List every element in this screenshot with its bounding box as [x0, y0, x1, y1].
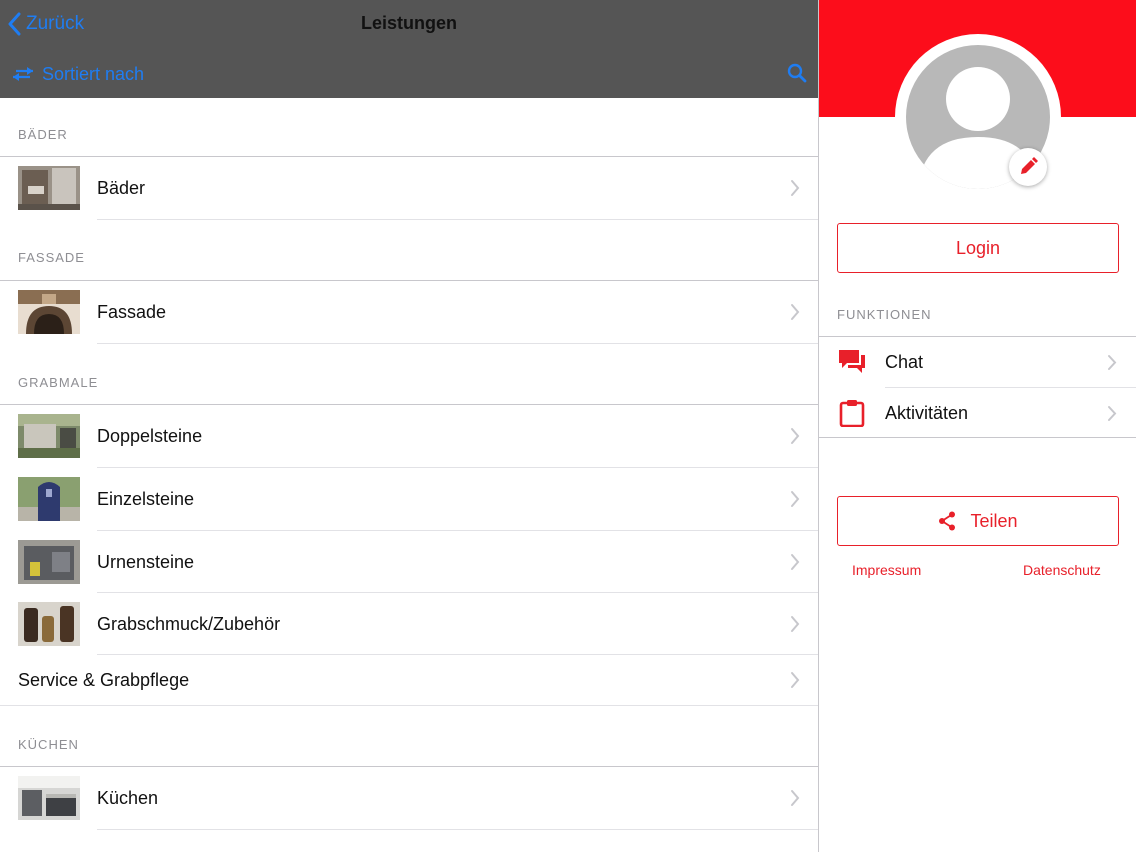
navigation-bar: Zurück Leistungen Sortiert nach: [0, 0, 818, 98]
clipboard-icon: [839, 400, 865, 427]
list-item-kuechen[interactable]: Küchen: [0, 767, 818, 829]
datenschutz-link[interactable]: Datenschutz: [1023, 562, 1101, 578]
divider: [97, 219, 818, 220]
pencil-icon: [1021, 157, 1038, 174]
function-item-label: Chat: [885, 352, 924, 372]
chevron-right-icon: [791, 790, 800, 806]
share-button-label: Teilen: [970, 510, 1018, 531]
divider: [97, 829, 818, 830]
urnensteine-thumbnail: [18, 540, 80, 584]
search-icon[interactable]: [786, 62, 808, 84]
chat-icon: [839, 350, 865, 373]
chevron-right-icon: [1108, 355, 1117, 370]
edit-avatar-button[interactable]: [1009, 148, 1047, 186]
list-item-fassade[interactable]: Fassade: [0, 281, 818, 343]
list-item-label: Grabschmuck/Zubehör: [97, 614, 281, 634]
list-item-label: Urnensteine: [97, 552, 195, 572]
chevron-right-icon: [791, 554, 800, 570]
baeder-thumbnail: [18, 166, 80, 210]
list-item-grabschmuck[interactable]: Grabschmuck/Zubehör: [0, 593, 818, 655]
chevron-right-icon: [791, 180, 800, 196]
chevron-right-icon: [791, 304, 800, 320]
share-button[interactable]: Teilen: [837, 496, 1119, 546]
services-list-panel: Zurück Leistungen Sortiert nach BÄDER Bä…: [0, 0, 818, 852]
doppelsteine-thumbnail: [18, 414, 80, 458]
divider: [819, 437, 1136, 438]
section-header-grabmale: GRABMALE: [18, 375, 99, 390]
list-item-doppelsteine[interactable]: Doppelsteine: [0, 405, 818, 467]
chevron-right-icon: [1108, 406, 1117, 421]
list-item-label: Bäder: [97, 178, 146, 198]
sort-arrows-icon: [13, 67, 33, 81]
fassade-thumbnail: [18, 290, 80, 334]
list-item-label: Fassade: [97, 302, 167, 322]
chevron-right-icon: [791, 428, 800, 444]
list-item-urnensteine[interactable]: Urnensteine: [0, 531, 818, 593]
sort-button[interactable]: Sortiert nach: [12, 60, 144, 88]
list-item-label: Service & Grabpflege: [18, 670, 190, 690]
grabschmuck-thumbnail: [18, 602, 80, 646]
chevron-right-icon: [791, 672, 800, 688]
section-header-baeder: BÄDER: [18, 127, 68, 142]
section-header-kuechen: KÜCHEN: [18, 737, 79, 752]
function-item-chat[interactable]: Chat: [819, 337, 1136, 387]
chevron-right-icon: [791, 491, 800, 507]
list-item-baeder[interactable]: Bäder: [0, 157, 818, 219]
page-title: Leistungen: [360, 13, 457, 33]
chevron-right-icon: [791, 616, 800, 632]
functions-section-header: FUNKTIONEN: [837, 307, 932, 322]
einzelsteine-thumbnail: [18, 477, 80, 521]
section-header-fassade: FASSADE: [18, 250, 85, 265]
share-icon: [939, 511, 956, 531]
list-item-label: Küchen: [97, 788, 159, 808]
list-item-label: Doppelsteine: [97, 426, 203, 446]
sort-button-label: Sortiert nach: [42, 63, 145, 84]
function-item-label: Aktivitäten: [885, 403, 969, 423]
login-button-label: Login: [955, 237, 1001, 258]
kuechen-thumbnail: [18, 776, 80, 820]
function-item-aktivitaeten[interactable]: Aktivitäten: [819, 388, 1136, 438]
list-item-service-grabpflege[interactable]: Service & Grabpflege: [0, 650, 818, 710]
divider: [0, 705, 818, 706]
list-item-einzelsteine[interactable]: Einzelsteine: [0, 468, 818, 530]
list-item-label: Einzelsteine: [97, 489, 195, 509]
profile-sidebar: Login FUNKTIONEN Chat Aktivitäten Teilen…: [818, 0, 1136, 852]
divider: [97, 343, 818, 344]
impressum-link[interactable]: Impressum: [852, 562, 921, 578]
login-button[interactable]: Login: [837, 223, 1119, 273]
